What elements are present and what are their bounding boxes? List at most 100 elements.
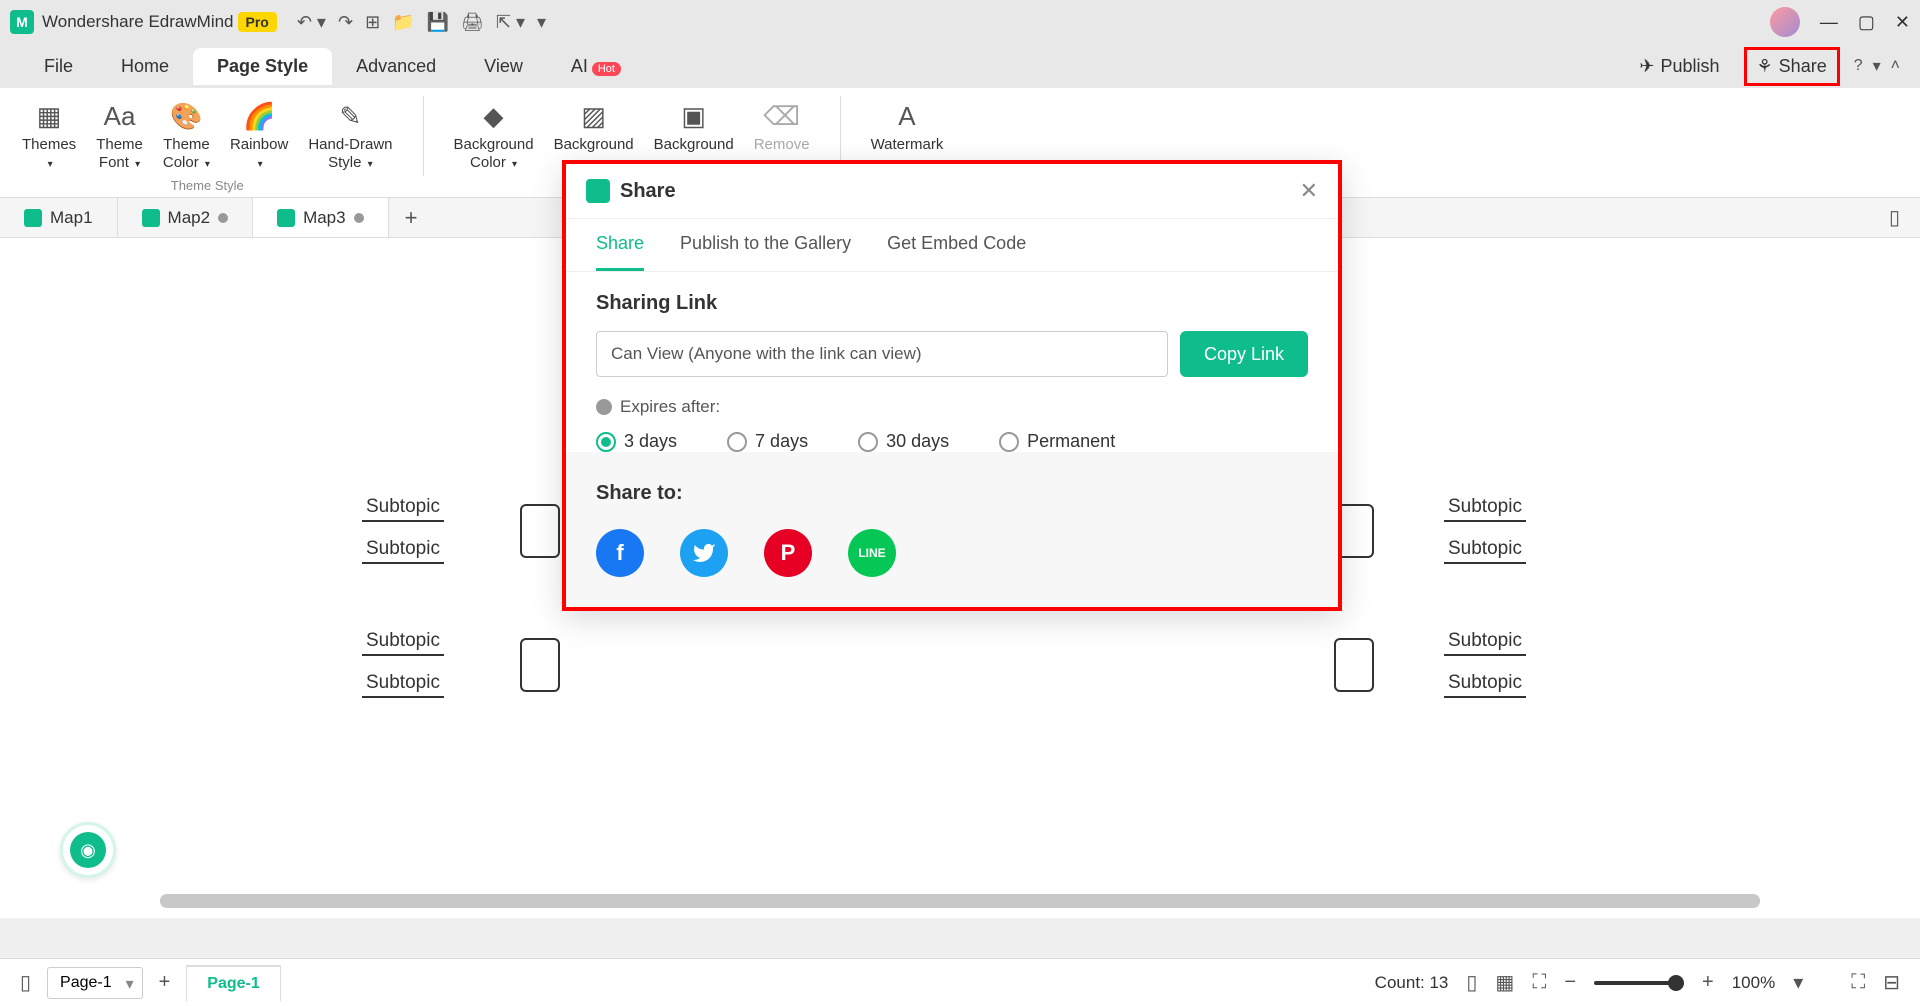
outline-view-icon[interactable]: ▯	[20, 970, 31, 995]
share-icon: ⚘	[1757, 56, 1773, 77]
line-icon[interactable]: LINE	[848, 529, 896, 577]
menubar: File Home Page Style Advanced View AIHot…	[0, 44, 1920, 88]
add-page-button[interactable]: +	[159, 971, 171, 994]
hand-drawn-button[interactable]: ✎ Hand-Drawn Style ▾	[300, 96, 400, 176]
print-icon[interactable]: 🖨	[461, 12, 484, 33]
add-tab-button[interactable]: +	[389, 205, 434, 231]
tab-map1[interactable]: Map1	[0, 198, 118, 237]
collapse-icon[interactable]: ⊟	[1883, 970, 1900, 995]
radio-icon	[999, 432, 1019, 452]
expires-label: Expires after:	[620, 397, 720, 417]
tab-map2[interactable]: Map2	[118, 198, 254, 237]
expires-icon	[596, 399, 612, 415]
dialog-tab-embed[interactable]: Get Embed Code	[887, 219, 1026, 271]
page-select[interactable]: Page-1	[47, 967, 143, 999]
more-icon[interactable]: ▾	[537, 12, 546, 33]
copy-link-button[interactable]: Copy Link	[1180, 331, 1308, 377]
unsaved-indicator-icon	[218, 213, 228, 223]
zoom-in-button[interactable]: +	[1702, 971, 1714, 994]
pro-badge: Pro	[238, 12, 277, 32]
open-icon[interactable]: 📁	[392, 12, 414, 33]
save-icon[interactable]: 💾	[427, 12, 449, 33]
redo-icon[interactable]: ↷	[338, 12, 353, 33]
collapse-ribbon-icon[interactable]: ˄	[1891, 57, 1900, 75]
panel-toggle-icon[interactable]: ▯	[1869, 205, 1920, 230]
group-caption-theme-style: Theme Style	[171, 178, 244, 193]
view-mode-2-icon[interactable]: ▦	[1495, 970, 1514, 995]
horizontal-scrollbar[interactable]	[160, 894, 1760, 908]
publish-icon: ✈	[1639, 56, 1654, 77]
subtopic-node[interactable]: Subtopic	[1444, 628, 1526, 656]
help-dropdown-icon[interactable]: ▾	[1873, 56, 1881, 76]
count-label: Count: 13	[1375, 973, 1449, 993]
fit-view-icon[interactable]: ⛶	[1532, 971, 1546, 994]
tab-map3[interactable]: Map3	[253, 198, 389, 237]
menu-ai[interactable]: AIHot	[547, 48, 645, 85]
undo-icon[interactable]: ↶ ▾	[297, 12, 326, 33]
menu-home[interactable]: Home	[97, 48, 193, 85]
share-button[interactable]: ⚘ Share	[1744, 47, 1840, 86]
facebook-icon[interactable]: f	[596, 529, 644, 577]
dialog-tab-publish[interactable]: Publish to the Gallery	[680, 219, 851, 271]
app-title: Wondershare EdrawMind	[42, 12, 234, 32]
subtopic-node[interactable]: Subtopic	[362, 494, 444, 522]
statusbar: ▯ Page-1 + Page-1 Count: 13 ▯ ▦ ⛶ − + 10…	[0, 958, 1920, 1006]
topic-node[interactable]	[1334, 638, 1374, 692]
subtopic-node[interactable]: Subtopic	[1444, 536, 1526, 564]
menu-file[interactable]: File	[20, 48, 97, 85]
radio-checked-icon	[596, 432, 616, 452]
export-icon[interactable]: ⇱ ▾	[496, 12, 525, 33]
sharing-link-heading: Sharing Link	[596, 292, 1308, 315]
page-tab-active[interactable]: Page-1	[186, 965, 280, 1001]
subtopic-node[interactable]: Subtopic	[362, 670, 444, 698]
expires-30days-radio[interactable]: 30 days	[858, 431, 949, 452]
expires-permanent-radio[interactable]: Permanent	[999, 431, 1115, 452]
topic-node[interactable]	[520, 638, 560, 692]
share-link-input[interactable]	[596, 331, 1168, 377]
maximize-icon[interactable]: ▢	[1858, 12, 1875, 33]
new-icon[interactable]: ⊞	[365, 12, 380, 33]
view-mode-1-icon[interactable]: ▯	[1466, 970, 1477, 995]
theme-color-button[interactable]: 🎨 Theme Color ▾	[155, 96, 218, 176]
dialog-app-icon	[586, 179, 610, 203]
scrollbar-thumb[interactable]	[160, 894, 1760, 908]
expires-3days-radio[interactable]: 3 days	[596, 431, 677, 452]
subtopic-node[interactable]: Subtopic	[1444, 494, 1526, 522]
menu-view[interactable]: View	[460, 48, 547, 85]
app-icon: M	[10, 10, 34, 34]
radio-icon	[858, 432, 878, 452]
remove-bg-icon: ⌫	[763, 100, 800, 132]
rainbow-icon: 🌈	[243, 100, 275, 132]
close-icon[interactable]: ✕	[1895, 12, 1910, 33]
rainbow-button[interactable]: 🌈 Rainbow▾	[222, 96, 296, 176]
zoom-out-button[interactable]: −	[1564, 971, 1576, 994]
ai-assistant-icon: ◉	[70, 832, 106, 868]
twitter-icon[interactable]	[680, 529, 728, 577]
pinterest-icon[interactable]: P	[764, 529, 812, 577]
background-icon-2: ▣	[681, 100, 706, 132]
themes-button[interactable]: ▦ Themes▾	[14, 96, 84, 176]
expires-7days-radio[interactable]: 7 days	[727, 431, 808, 452]
menu-page-style[interactable]: Page Style	[193, 48, 332, 85]
help-icon[interactable]: ?	[1854, 57, 1863, 75]
tab-icon	[24, 209, 42, 227]
publish-button[interactable]: ✈ Publish	[1629, 50, 1729, 83]
hot-badge: Hot	[592, 62, 621, 76]
fullscreen-icon[interactable]: ⛶	[1851, 971, 1865, 994]
dialog-close-button[interactable]: ✕	[1300, 178, 1318, 204]
subtopic-node[interactable]: Subtopic	[362, 536, 444, 564]
watermark-button[interactable]: A Watermark	[863, 96, 952, 158]
menu-advanced[interactable]: Advanced	[332, 48, 460, 85]
minimize-icon[interactable]: —	[1820, 12, 1838, 33]
dialog-tab-share[interactable]: Share	[596, 219, 644, 271]
subtopic-node[interactable]: Subtopic	[362, 628, 444, 656]
zoom-dropdown-icon[interactable]: ▾	[1793, 970, 1803, 995]
user-avatar[interactable]	[1770, 7, 1800, 37]
subtopic-node[interactable]: Subtopic	[1444, 670, 1526, 698]
zoom-slider[interactable]	[1594, 981, 1684, 985]
theme-font-button[interactable]: Aa Theme Font ▾	[88, 96, 151, 176]
ai-assistant-button[interactable]: ◉	[60, 822, 116, 878]
themes-icon: ▦	[37, 100, 62, 132]
bg-color-button[interactable]: ◆ Background Color ▾	[446, 96, 542, 176]
topic-node[interactable]	[520, 504, 560, 558]
